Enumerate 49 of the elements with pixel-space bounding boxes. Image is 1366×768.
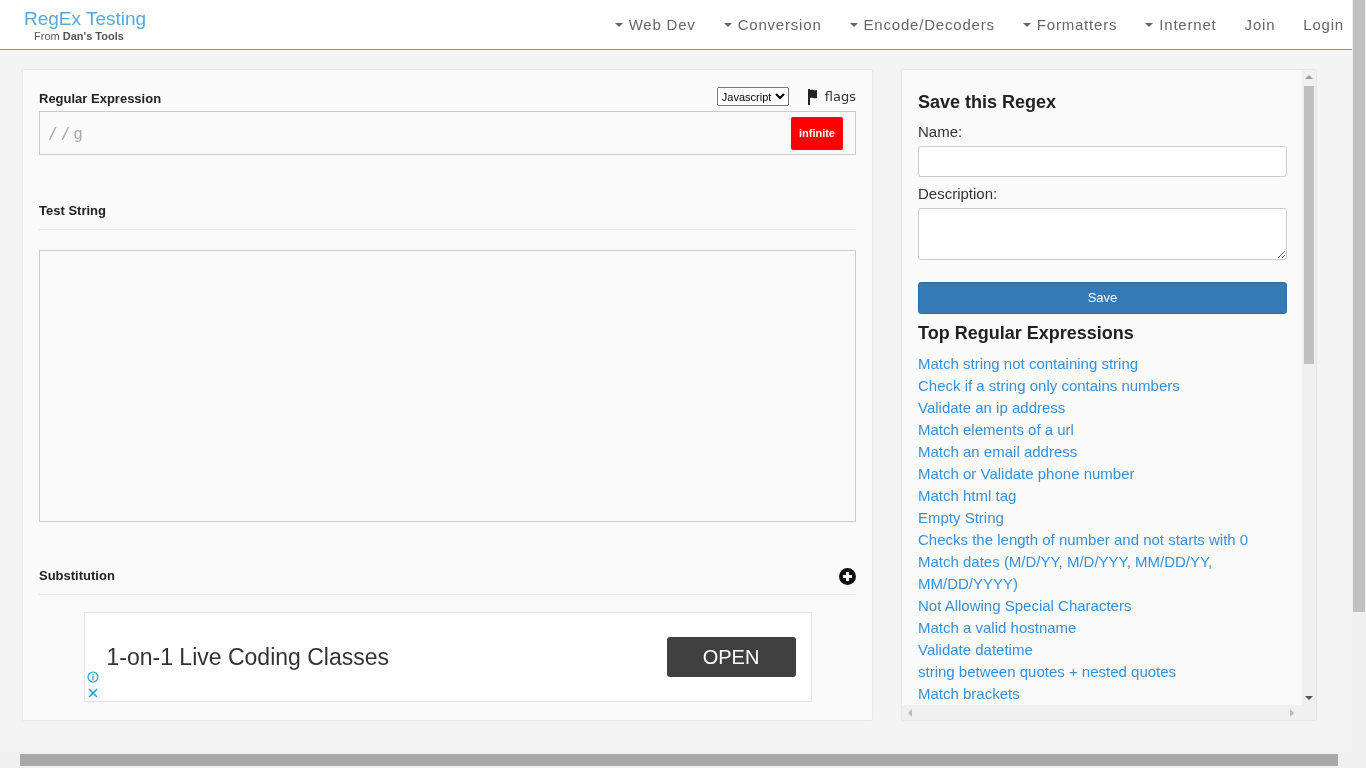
expression-link[interactable]: Match dates (M/D/YY, M/D/YYY, MM/DD/YY, MM/DD/YYYY) — [918, 551, 1287, 595]
name-field[interactable] — [918, 146, 1287, 178]
flavor-select[interactable]: Javascript — [716, 87, 789, 106]
regex-value: //g — [48, 123, 86, 143]
expression-link[interactable]: Empty String — [918, 507, 1287, 529]
expression-link[interactable]: Match an email address — [918, 441, 1287, 463]
name-label: Name: — [918, 123, 964, 140]
info-icon[interactable] — [86, 671, 99, 683]
save-title: Save this Regex — [918, 92, 1058, 113]
test-string-label: Test String — [39, 203, 106, 218]
site-subtitle: From Dan's Tools — [34, 29, 125, 42]
panel-scrollbar[interactable] — [1302, 70, 1316, 705]
expression-link[interactable]: Match string not containing string — [918, 353, 1287, 375]
add-icon[interactable] — [839, 568, 856, 585]
description-field[interactable] — [918, 208, 1287, 260]
status-button[interactable]: infinite — [790, 116, 843, 150]
expression-link[interactable]: Match a valid hostname — [918, 617, 1287, 639]
close-icon[interactable] — [86, 687, 99, 699]
open-button[interactable]: OPEN — [666, 637, 796, 677]
nav-dropdown[interactable]: Web Dev — [614, 16, 696, 33]
test-string-field[interactable] — [39, 250, 856, 522]
expression-link[interactable]: Validate an ip address — [918, 397, 1287, 419]
expression-link[interactable]: string between quotes + nested quotes — [918, 661, 1287, 683]
save-button[interactable]: Save — [918, 281, 1287, 314]
top-expressions-title: Top Regular Expressions — [918, 323, 1135, 344]
expression-link[interactable]: Check if a string only contains numbers — [918, 375, 1287, 397]
expression-link[interactable]: Match elements of a url — [918, 419, 1287, 441]
nav-dropdown[interactable]: Conversion — [723, 16, 822, 33]
nav-dropdown[interactable]: Encode/Decoders — [849, 16, 995, 33]
nav-link[interactable]: Login — [1303, 16, 1344, 33]
regex-field[interactable]: //g infinite — [39, 111, 856, 155]
description-label: Description: — [918, 185, 999, 203]
nav-dropdown[interactable]: Formatters — [1022, 16, 1118, 33]
ad-text: 1-on-1 Live Coding Classes — [106, 643, 390, 671]
expression-link[interactable]: Match or Validate phone number — [918, 463, 1287, 485]
flags-link[interactable]: flags — [806, 88, 856, 105]
panel-horizontal-scrollbar[interactable] — [902, 705, 1316, 720]
expression-link[interactable]: Match brackets — [918, 683, 1287, 705]
page-horizontal-scrollbar[interactable] — [0, 752, 1352, 768]
expression-link[interactable]: Match html tag — [918, 485, 1287, 507]
expression-link[interactable]: Checks the length of number and not starts with 0 — [918, 529, 1287, 551]
expression-link[interactable]: Validate datetime — [918, 639, 1287, 661]
page-scrollbar[interactable] — [1352, 0, 1366, 768]
nav-link[interactable]: Join — [1244, 16, 1276, 33]
site-title[interactable]: RegEx Testing — [24, 7, 147, 30]
regex-label: Regular Expression — [39, 91, 162, 106]
expression-link[interactable]: Not Allowing Special Characters — [918, 595, 1287, 617]
substitution-label: Substitution — [39, 568, 115, 583]
nav-dropdown[interactable]: Internet — [1145, 16, 1217, 33]
